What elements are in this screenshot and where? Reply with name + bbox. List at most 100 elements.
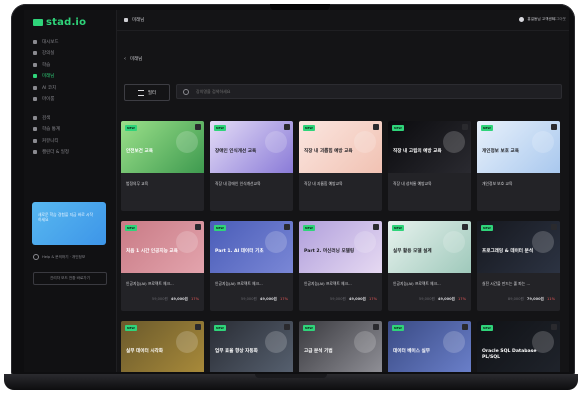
course-badge: NEW bbox=[481, 325, 493, 331]
course-thumbnail: NEW 직장 내 괴롭힘 예방 교육 bbox=[299, 121, 382, 173]
course-thumbnail: NEW 고급 분석 기법 bbox=[299, 321, 382, 372]
sidebar-item[interactable]: 학습 통계 bbox=[30, 124, 110, 136]
original-price: 59,000원 bbox=[240, 297, 257, 301]
course-card[interactable]: NEW 고급 분석 기법 bbox=[299, 321, 382, 372]
course-badge: NEW bbox=[303, 325, 315, 331]
logout-link[interactable]: 로그아웃 bbox=[553, 17, 566, 22]
original-price: 59,000원 bbox=[151, 297, 168, 301]
course-badge: NEW bbox=[214, 325, 226, 331]
sidebar-item[interactable]: 마이룸 bbox=[30, 94, 110, 106]
promo-banner[interactable]: 새로운 학습 경험을 지금 바로 시작하세요 bbox=[32, 202, 106, 245]
sidebar-item[interactable]: 커뮤니티 bbox=[30, 135, 110, 147]
discount-rate: 17% bbox=[369, 297, 377, 301]
sidebar-item[interactable]: 강의실 bbox=[30, 48, 110, 60]
thumbnail-title: 프로그래밍 & 데이터 분석 bbox=[482, 249, 534, 254]
bookmark-icon[interactable] bbox=[551, 324, 557, 330]
bookmark-icon[interactable] bbox=[284, 224, 290, 230]
course-badge: NEW bbox=[125, 325, 137, 331]
bookmark-icon[interactable] bbox=[462, 324, 468, 330]
discount-rate: 17% bbox=[191, 297, 199, 301]
course-card[interactable]: NEW 실무 데이터 시각화 bbox=[121, 321, 204, 372]
app-screen: stad.io 대시보드 강의실 학습 미래님 AI 코치 마이룸 검색 학습 통계 커뮤니티 캘… bbox=[24, 10, 569, 372]
thumbnail-title: Part 1. AI 데이터 기초 bbox=[215, 249, 264, 254]
course-card[interactable]: NEW 처음 1 시간 인공지능 교육인공지능(AI) 프로젝트 체크... 59,… bbox=[121, 221, 204, 311]
bookmark-icon[interactable] bbox=[373, 324, 379, 330]
original-price: 89,000원 bbox=[507, 297, 524, 301]
course-card[interactable]: NEW 실무 활용 모델 설계 인공지능(AI) 프로젝트 체크... 59,000원… bbox=[388, 221, 471, 311]
back-label: 미래님 bbox=[130, 57, 143, 62]
sidebar-item[interactable]: 검색 bbox=[30, 112, 110, 124]
discount-rate: 17% bbox=[280, 297, 288, 301]
bookmark-icon[interactable] bbox=[373, 124, 379, 130]
course-card[interactable]: NEW 업무 효율 향상 자동화 bbox=[210, 321, 293, 372]
course-card[interactable]: NEW 데이터 베이스 실무 bbox=[388, 321, 471, 372]
course-title: 인공지능(AI) 프로젝트 체크... bbox=[215, 281, 263, 286]
sidebar: stad.io 대시보드강의실학습미래님 AI 코치 마이룸검색학습 통계 커뮤니티캘… bbox=[24, 10, 117, 372]
bookmark-icon[interactable] bbox=[462, 224, 468, 230]
sidebar-item-label: 강의실 bbox=[42, 51, 55, 57]
course-card[interactable]: NEW 프로그래밍 & 데이터 분석 실전 시간을 만드는 줄 파는 ... 89,0… bbox=[477, 221, 560, 311]
sidebar-item-label: 미래님 bbox=[42, 74, 55, 80]
discount-rate: 11% bbox=[547, 297, 555, 301]
admin-mode-button[interactable]: 관리자 모드 전환 바로가기 bbox=[33, 272, 107, 285]
back-link[interactable]: ‹ 미래님 bbox=[124, 56, 142, 62]
page-title: 미래님 bbox=[124, 17, 144, 23]
bookmark-icon[interactable] bbox=[284, 124, 290, 130]
sale-price: 49,000원 bbox=[170, 297, 188, 301]
user-menu[interactable]: 홍길동님 고객센터 bbox=[519, 17, 555, 22]
course-card[interactable]: NEW 장애인 인식개선 교육 직장 내 장애인 인식개선교육 bbox=[210, 121, 293, 211]
course-card[interactable]: NEW 직장 내 괴롭힘 예방 교육 직장 내 괴롭힘 예방교육 bbox=[299, 121, 382, 211]
course-card[interactable]: NEW 개인정보 보호 교육 개인정보 보호 교육 bbox=[477, 121, 560, 211]
course-card[interactable]: NEW 직장 내 고립의 예방 교육 직장 내 성희롱 예방교육 bbox=[388, 121, 471, 211]
bookmark-icon[interactable] bbox=[195, 124, 201, 130]
course-title: 직장 내 성희롱 예방교육 bbox=[393, 181, 432, 186]
bookmark-icon[interactable] bbox=[551, 124, 557, 130]
logo[interactable]: stad.io bbox=[33, 17, 86, 28]
bookmark-icon[interactable] bbox=[462, 124, 468, 130]
course-card[interactable]: NEW 안전보건 교육 법정의무 교육 bbox=[121, 121, 204, 211]
search-input[interactable] bbox=[194, 88, 538, 95]
course-title: 인공지능(AI) 프로젝트 체크... bbox=[126, 281, 174, 286]
help-row[interactable]: Help & 문의하기 · 개인정보 bbox=[33, 254, 85, 260]
thumbnail-title: 장애인 인식개선 교육 bbox=[215, 149, 257, 154]
thumbnail-title: 안전보건 교육 bbox=[126, 149, 153, 154]
bookmark-icon[interactable] bbox=[551, 224, 557, 230]
bookmark-icon[interactable] bbox=[195, 324, 201, 330]
sidebar-item-label: 검색 bbox=[42, 115, 51, 121]
sale-price: 49,000원 bbox=[348, 297, 366, 301]
radio-icon bbox=[33, 254, 39, 260]
sale-price: 49,000원 bbox=[259, 297, 277, 301]
course-card[interactable]: NEW Oracle SQL Database PL/SQL bbox=[477, 321, 560, 372]
classroom-icon bbox=[33, 51, 37, 56]
original-price: 59,000원 bbox=[329, 297, 346, 301]
sidebar-item[interactable]: 미래님 bbox=[30, 71, 110, 83]
sidebar-item-label: 대시보드 bbox=[42, 39, 59, 45]
community-icon bbox=[33, 138, 37, 143]
sidebar-item[interactable]: 캘린더 & 일정 bbox=[30, 147, 110, 159]
bookmark-icon[interactable] bbox=[195, 224, 201, 230]
laptop-device: stad.io 대시보드 강의실 학습 미래님 AI 코치 마이룸 검색 학습 통계 커뮤니티 캘… bbox=[0, 0, 582, 398]
course-thumbnail: NEW 실무 활용 모델 설계 bbox=[388, 221, 471, 273]
sidebar-item-label: 학습 bbox=[42, 62, 51, 68]
course-thumbnail: NEW Part 2. 머신러닝 모델링 bbox=[299, 221, 382, 273]
course-thumbnail: NEW Oracle SQL Database PL/SQL bbox=[477, 321, 560, 372]
bookmark-icon[interactable] bbox=[373, 224, 379, 230]
sidebar-item[interactable]: 학습 bbox=[30, 59, 110, 71]
course-badge: NEW bbox=[481, 225, 493, 231]
bookmark-icon[interactable] bbox=[284, 324, 290, 330]
discount-rate: 17% bbox=[458, 297, 466, 301]
thumbnail-title: 처음 1 시간 인공지능 교육 bbox=[126, 249, 178, 254]
course-card[interactable]: NEW Part 1. AI 데이터 기초인공지능(AI) 프로젝트 체크... 5… bbox=[210, 221, 293, 311]
laptop-base-lip bbox=[255, 374, 327, 378]
price-row: 59,000원 49,000원 17% bbox=[126, 297, 199, 302]
filter-button[interactable]: 필터 bbox=[124, 84, 170, 101]
course-badge: NEW bbox=[125, 225, 137, 231]
course-thumbnail: NEW Part 1. AI 데이터 기초 bbox=[210, 221, 293, 273]
course-title: 직장 내 장애인 인식개선교육 bbox=[215, 181, 261, 186]
sidebar-item[interactable]: AI 코치 bbox=[30, 82, 110, 94]
sidebar-item[interactable]: 대시보드 bbox=[30, 36, 110, 48]
sidebar-item-label: 캘린더 & 일정 bbox=[42, 150, 70, 156]
chevron-left-icon: ‹ bbox=[124, 56, 126, 62]
course-card[interactable]: NEW Part 2. 머신러닝 모델링 인공지능(AI) 프로젝트 체크... 59… bbox=[299, 221, 382, 311]
course-badge: NEW bbox=[392, 225, 404, 231]
